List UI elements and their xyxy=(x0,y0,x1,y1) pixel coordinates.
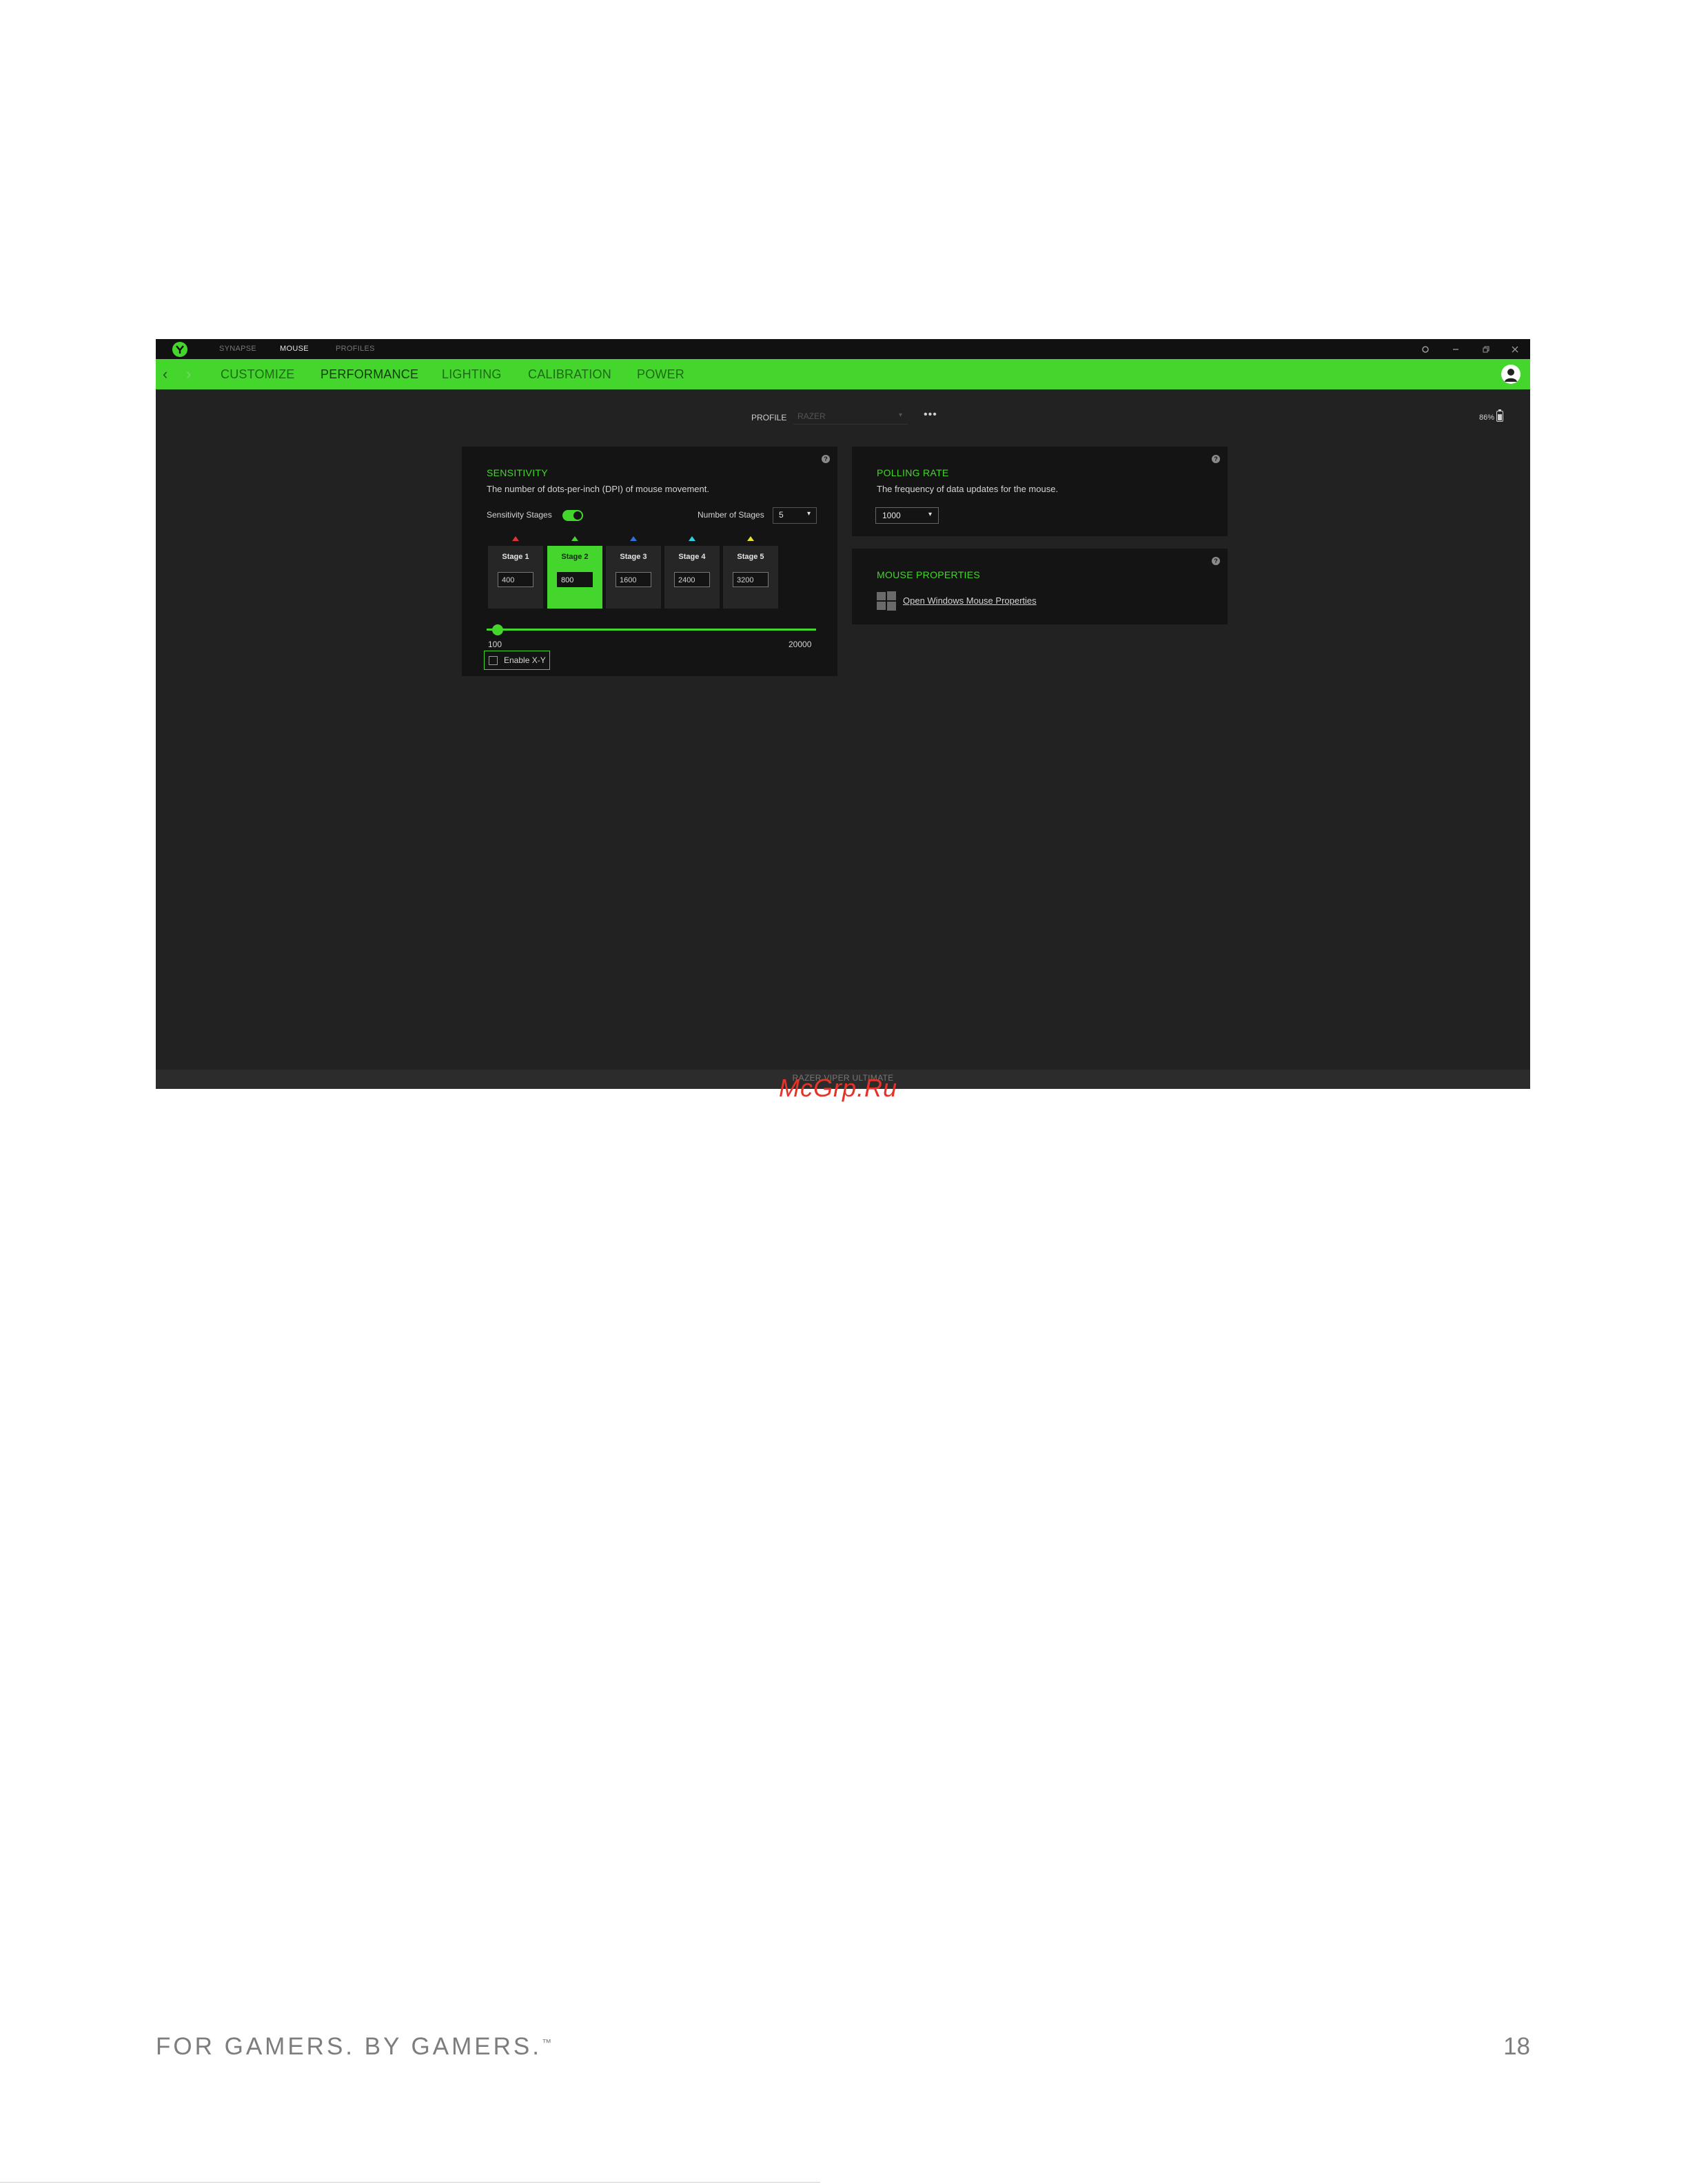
stage-4-indicator xyxy=(689,536,695,541)
mouse-properties-panel: ? MOUSE PROPERTIES Open Windows Mouse Pr… xyxy=(852,549,1228,624)
settings-icon[interactable] xyxy=(1417,339,1434,359)
profile-select[interactable]: RAZER ▾ xyxy=(793,409,908,425)
nav-bar: ‹ › CUSTOMIZE PERFORMANCE LIGHTING CALIB… xyxy=(156,359,1530,389)
sensitivity-stages-label: Sensitivity Stages xyxy=(487,510,552,520)
sensitivity-panel: ? SENSITIVITY The number of dots-per-inc… xyxy=(462,447,837,676)
synapse-window: SYNAPSE MOUSE PROFILES ‹ › CUSTOMIZE PER… xyxy=(156,339,1530,1089)
stage-dpi-input[interactable]: 2400 xyxy=(674,572,710,587)
mouse-properties-title: MOUSE PROPERTIES xyxy=(877,569,981,580)
polling-rate-select[interactable]: 1000 ▾ xyxy=(875,507,939,524)
dpi-slider-track[interactable] xyxy=(487,629,816,631)
tab-synapse[interactable]: SYNAPSE xyxy=(219,339,256,359)
number-of-stages-value: 5 xyxy=(779,510,784,520)
sensitivity-description: The number of dots-per-inch (DPI) of mou… xyxy=(487,484,709,494)
chevron-down-icon: ▾ xyxy=(928,511,932,518)
sensitivity-title: SENSITIVITY xyxy=(487,467,548,478)
stage-2-indicator xyxy=(571,536,578,541)
stage-name: Stage 2 xyxy=(561,553,589,561)
stage-5-indicator xyxy=(747,536,754,541)
windows-logo-icon xyxy=(877,591,896,611)
stage-dpi-input[interactable]: 1600 xyxy=(616,572,651,587)
chevron-down-icon: ▾ xyxy=(806,510,811,518)
slogan-text: FOR GAMERS. BY GAMERS. xyxy=(156,2033,542,2060)
bottom-rule xyxy=(0,2182,820,2183)
open-windows-mouse-properties-link[interactable]: Open Windows Mouse Properties xyxy=(903,595,1037,606)
stage-name: Stage 1 xyxy=(502,553,529,561)
polling-rate-title: POLLING RATE xyxy=(877,467,949,478)
stage-name: Stage 4 xyxy=(678,553,706,561)
profile-label: PROFILE xyxy=(751,413,787,422)
trademark-symbol: ™ xyxy=(541,2037,551,2048)
restore-icon[interactable] xyxy=(1478,339,1494,359)
stage-1-indicator xyxy=(512,536,519,541)
stage-name: Stage 3 xyxy=(620,553,647,561)
stage-dpi-input[interactable]: 400 xyxy=(498,572,533,587)
polling-rate-value: 1000 xyxy=(882,511,901,520)
polling-rate-panel: ? POLLING RATE The frequency of data upd… xyxy=(852,447,1228,536)
stage-card[interactable]: Stage 1 400 xyxy=(488,546,543,609)
tab-customize[interactable]: CUSTOMIZE xyxy=(221,359,294,389)
back-arrow-icon[interactable]: ‹ xyxy=(163,359,167,389)
enable-xy-label: Enable X-Y xyxy=(504,655,546,665)
close-icon[interactable] xyxy=(1507,339,1523,359)
minimize-icon[interactable] xyxy=(1447,339,1464,359)
enable-xy-checkbox[interactable]: Enable X-Y xyxy=(484,651,550,670)
tab-power[interactable]: POWER xyxy=(637,359,684,389)
profile-selected: RAZER xyxy=(797,411,826,421)
slider-min-label: 100 xyxy=(488,640,502,649)
stage-name: Stage 5 xyxy=(737,553,764,561)
page-slogan: FOR GAMERS. BY GAMERS.™ xyxy=(156,2033,551,2061)
tab-performance[interactable]: PERFORMANCE xyxy=(321,359,418,389)
tab-calibration[interactable]: CALIBRATION xyxy=(528,359,611,389)
battery-level: 86% xyxy=(1479,414,1495,422)
number-of-stages-label: Number of Stages xyxy=(698,510,764,520)
more-options-icon[interactable]: ••• xyxy=(924,409,937,421)
stage-dpi-input[interactable]: 3200 xyxy=(733,572,769,587)
tab-mouse[interactable]: MOUSE xyxy=(280,339,309,359)
stage-card-active[interactable]: Stage 2 800 xyxy=(547,546,602,609)
stage-3-indicator xyxy=(630,536,637,541)
stage-card[interactable]: Stage 5 3200 xyxy=(723,546,778,609)
stage-card[interactable]: Stage 4 2400 xyxy=(664,546,720,609)
help-icon[interactable]: ? xyxy=(822,455,830,463)
chevron-down-icon: ▾ xyxy=(898,411,902,419)
number-of-stages-select[interactable]: 5 ▾ xyxy=(773,507,817,524)
battery-icon xyxy=(1496,409,1503,422)
sensitivity-stages-toggle[interactable] xyxy=(562,510,583,521)
stage-card[interactable]: Stage 3 1600 xyxy=(606,546,661,609)
page-number: 18 xyxy=(1503,2033,1530,2060)
dpi-slider-handle[interactable] xyxy=(492,624,503,635)
watermark-text: McGrp.Ru xyxy=(779,1074,898,1102)
help-icon[interactable]: ? xyxy=(1212,557,1220,565)
razer-logo-icon xyxy=(172,342,187,357)
tab-profiles[interactable]: PROFILES xyxy=(336,339,375,359)
title-bar: SYNAPSE MOUSE PROFILES xyxy=(156,339,1530,359)
forward-arrow-icon[interactable]: › xyxy=(186,359,191,389)
user-avatar-icon[interactable] xyxy=(1501,365,1521,384)
checkbox-icon xyxy=(489,656,498,665)
help-icon[interactable]: ? xyxy=(1212,455,1220,463)
polling-rate-description: The frequency of data updates for the mo… xyxy=(877,484,1059,494)
tab-lighting[interactable]: LIGHTING xyxy=(442,359,502,389)
slider-max-label: 20000 xyxy=(789,640,812,649)
stage-dpi-input[interactable]: 800 xyxy=(557,572,593,587)
